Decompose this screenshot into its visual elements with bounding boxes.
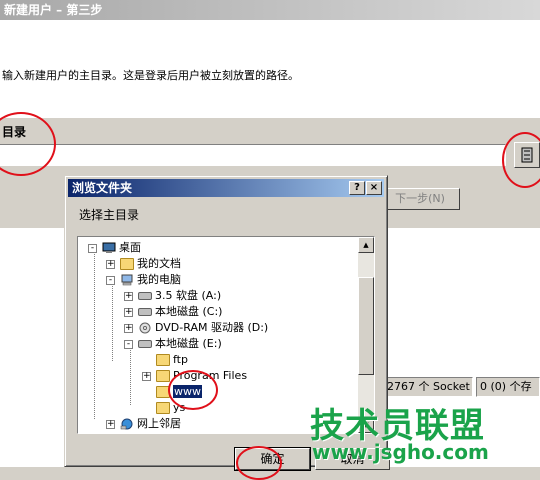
folder-icon — [156, 354, 170, 366]
desktop-icon — [102, 242, 116, 253]
dialog-title: 浏览文件夹 — [72, 181, 133, 195]
my-documents-icon — [120, 258, 134, 270]
tree-item-label: ftp — [173, 353, 188, 366]
watermark-url: www.jsgho.com — [312, 440, 489, 464]
tree-item-network[interactable]: + 网上邻居 — [106, 416, 181, 432]
scroll-thumb[interactable] — [358, 277, 374, 375]
dialog-title-bar: 浏览文件夹 ? × — [68, 179, 384, 197]
collapse-icon[interactable]: - — [106, 276, 115, 285]
tree-item-floppy-a[interactable]: + 3.5 软盘 (A:) — [124, 288, 221, 304]
tree-item-label: 本地磁盘 (E:) — [155, 337, 222, 350]
scroll-up-icon[interactable]: ▲ — [358, 237, 374, 253]
annotation-circle-www — [168, 370, 218, 410]
expand-icon[interactable]: + — [106, 420, 115, 429]
wizard-instruction: 输入新建用户的主目录。这是登录后用户被立刻放置的路径。 — [2, 69, 299, 82]
expand-icon[interactable]: + — [106, 260, 115, 269]
floppy-drive-icon — [138, 292, 152, 300]
tree-item-ftp[interactable]: ftp — [156, 352, 188, 368]
tree-item-desktop[interactable]: - 桌面 — [88, 240, 141, 256]
folder-icon — [156, 370, 170, 382]
expand-icon[interactable]: + — [124, 324, 133, 333]
tree-item-label: 桌面 — [119, 241, 141, 254]
tree-item-local-disk-e[interactable]: - 本地磁盘 (E:) — [124, 336, 222, 352]
annotation-circle-ok — [236, 446, 282, 480]
tree-item-my-computer[interactable]: - 我的电脑 — [106, 272, 181, 288]
expand-icon[interactable]: + — [142, 372, 151, 381]
tree-item-label: 本地磁盘 (C:) — [155, 305, 223, 318]
tree-item-label: 我的文档 — [137, 257, 181, 270]
tree-item-local-disk-c[interactable]: + 本地磁盘 (C:) — [124, 304, 222, 320]
tree-item-label: 我的电脑 — [137, 273, 181, 286]
help-button[interactable]: ? — [349, 181, 365, 195]
close-button[interactable]: × — [366, 181, 382, 195]
tree-item-label: 3.5 软盘 (A:) — [155, 289, 222, 302]
wizard-title-bar: 新建用户 – 第三步 — [0, 0, 540, 20]
expand-icon[interactable]: + — [124, 292, 133, 301]
status-connections: 2767 个 Socket — [383, 377, 473, 397]
dialog-prompt: 选择主目录 — [79, 208, 140, 222]
status-counts: 0 (0) 个存 — [476, 377, 540, 397]
my-computer-icon — [121, 274, 133, 286]
annotation-circle-browse — [502, 132, 540, 188]
tree-item-dvd-d[interactable]: + DVD-RAM 驱动器 (D:) — [124, 320, 268, 336]
tree-item-label: 网上邻居 — [137, 417, 181, 430]
tree-item-label: DVD-RAM 驱动器 (D:) — [155, 321, 269, 334]
collapse-icon[interactable]: - — [124, 340, 133, 349]
collapse-icon[interactable]: - — [88, 244, 97, 253]
home-dir-input[interactable] — [0, 144, 506, 166]
next-button[interactable]: 下一步(N) — [380, 188, 460, 210]
expand-icon[interactable]: + — [124, 308, 133, 317]
dvd-drive-icon — [139, 322, 151, 334]
network-icon — [120, 418, 133, 430]
folder-icon — [156, 402, 170, 414]
hard-drive-icon — [138, 308, 152, 316]
hard-drive-icon — [138, 340, 152, 348]
tree-item-my-documents[interactable]: + 我的文档 — [106, 256, 181, 272]
